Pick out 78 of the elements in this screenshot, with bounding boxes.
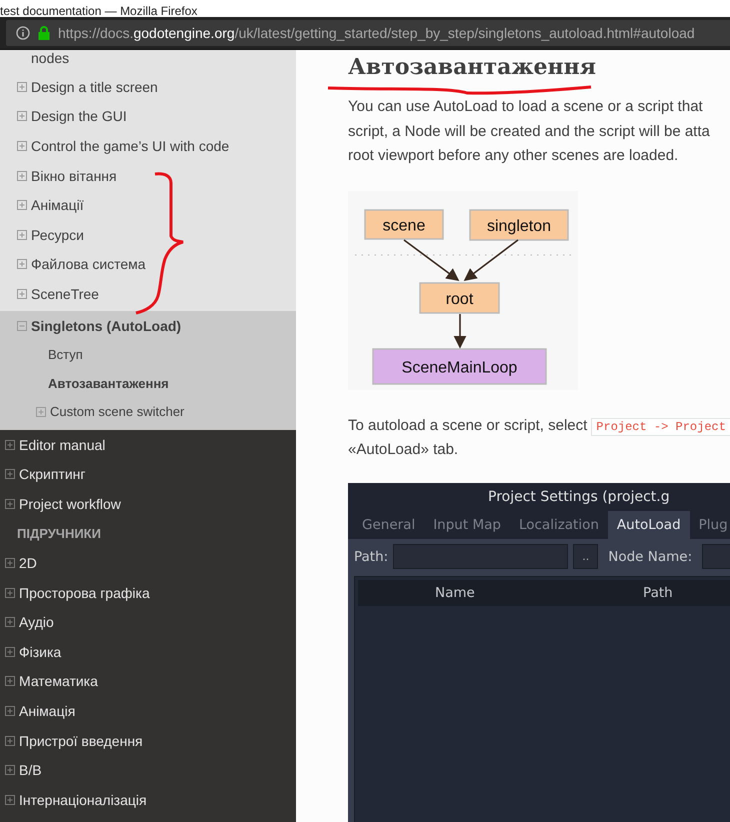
expand-icon[interactable] — [5, 588, 15, 598]
path-field[interactable] — [393, 544, 568, 569]
dialog-title: Project Settings (project.g — [488, 488, 670, 504]
expand-icon[interactable] — [17, 170, 27, 181]
padlock-icon[interactable] — [38, 26, 50, 40]
menu-path: Project -> Project — [591, 418, 730, 436]
nav-item[interactable]: Файлова система — [31, 256, 146, 272]
tab[interactable]: General — [353, 510, 424, 538]
arrow — [454, 314, 466, 348]
paragraph-line: script, a Node will be created and the script will be atta — [348, 122, 710, 140]
nav-item[interactable]: 2D — [19, 555, 37, 572]
nav-item[interactable]: Автозавантаження — [48, 376, 169, 391]
arrow — [464, 238, 518, 280]
nav-item[interactable]: Control the game’s UI with code — [31, 138, 230, 154]
nav-item[interactable]: Custom scene switcher — [50, 404, 184, 420]
nav-item[interactable]: Design a title screen — [31, 78, 158, 95]
nav-item[interactable]: Інтернаціоналізація — [19, 792, 147, 808]
nav-item[interactable]: nodes — [31, 50, 70, 66]
tab[interactable]: AutoLoad — [608, 510, 690, 538]
diagram-node: SceneMainLoop — [372, 348, 547, 384]
paragraph-line: To autoload a scene or script, select — [348, 416, 588, 434]
diagram-node: scene — [364, 208, 444, 240]
browse-button[interactable]: .. — [573, 544, 598, 569]
nav-item[interactable]: Singletons (AutoLoad) — [31, 318, 182, 334]
nav-item[interactable]: Design the GUI — [31, 108, 127, 124]
expand-icon[interactable] — [17, 200, 27, 210]
paragraph-line: You can use AutoLoad to load a scene or a script that — [348, 98, 703, 115]
expand-icon[interactable] — [17, 140, 27, 151]
nav-item[interactable]: Пристрої введення — [19, 732, 143, 749]
nav-item[interactable]: Editor manual — [19, 436, 106, 453]
arrow — [404, 238, 460, 280]
expand-icon[interactable] — [36, 406, 46, 417]
collapse-icon[interactable] — [17, 320, 27, 331]
section-caption: ПІДРУЧНИКИ — [17, 526, 101, 541]
nav-item[interactable]: Вікно вітання — [31, 168, 117, 184]
paragraph-line: «AutoLoad» tab. — [348, 441, 458, 458]
column-header: Path — [642, 584, 674, 600]
expand-icon[interactable] — [5, 676, 15, 686]
nav-item[interactable]: В/В — [19, 762, 42, 778]
expand-icon[interactable] — [5, 617, 15, 628]
expand-icon[interactable] — [17, 230, 27, 240]
expand-icon[interactable] — [17, 288, 27, 299]
expand-icon[interactable] — [5, 646, 15, 657]
expand-icon[interactable] — [17, 82, 27, 92]
nav-item[interactable]: Project workflow — [19, 496, 121, 512]
tab[interactable]: Localization — [510, 510, 608, 538]
section-heading: Автозавантаження — [348, 54, 596, 80]
nav-item[interactable]: Анімації — [31, 197, 84, 214]
diagram-node: root — [419, 282, 500, 314]
paragraph-line: root viewport before any other scenes are loaded. — [348, 147, 678, 164]
nav-item[interactable]: SceneTree — [31, 286, 99, 302]
address-bar[interactable]: https://docs.godotengine.org/uk/latest/getting_started/step_by_step/singletons_autoload.html#autoload — [6, 20, 730, 46]
expand-icon[interactable] — [5, 469, 15, 480]
info-icon[interactable] — [16, 26, 30, 40]
expand-icon[interactable] — [5, 765, 15, 776]
field-label: Node Name: — [608, 548, 692, 564]
expand-icon[interactable] — [5, 558, 15, 568]
tab[interactable]: Plug — [690, 510, 730, 538]
field-label: Path: — [354, 548, 388, 564]
expand-icon[interactable] — [17, 259, 27, 270]
nav-item[interactable]: Аудіо — [19, 614, 54, 630]
expand-icon[interactable] — [5, 736, 15, 746]
window-title: test documentation — Mozilla Firefox — [0, 5, 198, 17]
nav-item[interactable]: Математика — [19, 673, 98, 690]
diagram-node: singleton — [469, 208, 569, 240]
expand-icon[interactable] — [5, 498, 15, 509]
nav-item[interactable]: Анімація — [19, 702, 76, 719]
nav-item[interactable]: Просторова графіка — [19, 584, 150, 601]
expand-icon[interactable] — [5, 706, 15, 716]
tab[interactable]: Input Map — [424, 510, 510, 538]
expand-icon[interactable] — [5, 440, 15, 450]
nav-item[interactable]: Фізика — [19, 644, 62, 660]
column-header: Name — [434, 584, 476, 600]
expand-icon[interactable] — [5, 794, 15, 805]
nav-item[interactable]: Скриптинг — [19, 466, 86, 482]
nav-item[interactable]: Вступ — [48, 347, 83, 362]
nav-item[interactable]: Ресурси — [31, 226, 84, 243]
expand-icon[interactable] — [17, 111, 27, 122]
